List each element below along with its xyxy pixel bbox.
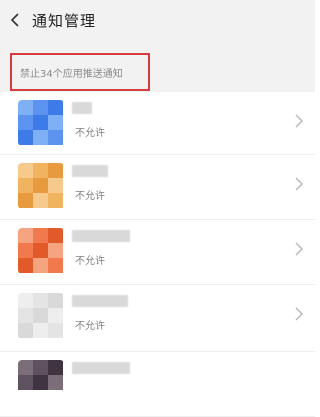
app-row[interactable] <box>0 352 315 417</box>
app-status: 不允许 <box>75 191 105 202</box>
chevron-right-icon <box>295 307 303 321</box>
app-name-blurred <box>72 295 128 307</box>
blocked-apps-notice: 禁止34个应用推送通知 <box>10 53 150 91</box>
app-row[interactable]: 不允许 <box>0 92 315 155</box>
chevron-left-icon <box>10 13 19 27</box>
app-row[interactable]: 不允许 <box>0 155 315 220</box>
app-status: 不允许 <box>75 128 105 139</box>
app-name-blurred <box>72 102 92 114</box>
back-button[interactable] <box>2 0 28 40</box>
app-icon <box>18 228 64 274</box>
app-status: 不允许 <box>75 321 105 332</box>
app-row[interactable]: 不允许 <box>0 220 315 285</box>
header-bar: 通知管理 <box>0 0 315 40</box>
app-icon <box>18 293 64 339</box>
app-icon <box>18 100 64 146</box>
app-row[interactable]: 不允许 <box>0 285 315 352</box>
app-name-blurred <box>72 230 130 242</box>
app-icon <box>18 360 64 406</box>
app-status: 不允许 <box>75 256 105 267</box>
chevron-right-icon <box>295 114 303 128</box>
chevron-right-icon <box>295 177 303 191</box>
notice-text: 禁止34个应用推送通知 <box>20 68 123 80</box>
app-name-blurred <box>72 362 130 374</box>
app-list: 不允许 不允许 不允许 不允许 <box>0 92 315 417</box>
chevron-right-icon <box>295 242 303 256</box>
app-name-blurred <box>72 165 108 177</box>
page-title: 通知管理 <box>32 11 97 30</box>
app-icon <box>18 163 64 209</box>
